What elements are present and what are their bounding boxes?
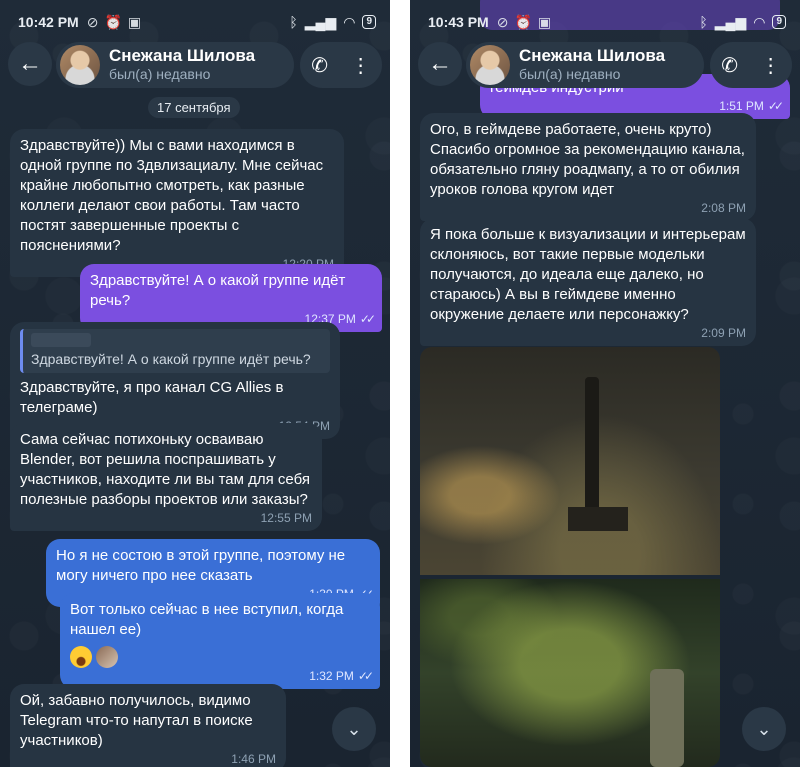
obelisk-shape bbox=[585, 377, 599, 517]
contact-name: Снежана Шилова bbox=[519, 46, 666, 65]
app-icon: ▣ bbox=[537, 13, 552, 30]
reply-quote[interactable]: Здравствуйте! А о какой группе идёт речь… bbox=[20, 329, 330, 373]
chat-header: ← Снежана Шилова был(а) недавно ✆ ⋮ bbox=[8, 42, 382, 88]
message-time: 1:32 PM bbox=[309, 669, 354, 683]
alarm-icon: ⏰ bbox=[514, 13, 532, 30]
scroll-down-button[interactable]: ⌄ bbox=[332, 707, 376, 751]
left-chat-screen: 10:42 PM ⊘ ⏰ ▣ ᛒ ▂▄▆ ◠ 9 ← Снежана Шилов… bbox=[0, 0, 390, 767]
reactions[interactable] bbox=[70, 646, 370, 668]
bluetooth-icon: ᛒ bbox=[699, 14, 708, 30]
status-time: 10:42 PM bbox=[18, 14, 79, 30]
reply-text: Здравствуйте! А о какой группе идёт речь… bbox=[31, 351, 311, 367]
more-vertical-icon[interactable]: ⋮ bbox=[761, 53, 781, 78]
alarm-icon: ⏰ bbox=[104, 13, 122, 30]
message-text: Вот только сейчас в нее вступил, когда н… bbox=[70, 601, 344, 638]
message-incoming[interactable]: Здравствуйте)) Мы с вами находимся в одн… bbox=[10, 129, 344, 277]
message-time: 2:09 PM bbox=[701, 326, 746, 340]
plinth-shape bbox=[568, 507, 628, 531]
mute-icon: ⊘ bbox=[86, 13, 99, 30]
message-time: 2:08 PM bbox=[701, 201, 746, 215]
status-notification-icons: ⊘ ⏰ ▣ bbox=[87, 14, 141, 31]
contact-status: был(а) недавно bbox=[519, 66, 621, 82]
message-text: Но я не состою в этой группе, поэтому не… bbox=[56, 547, 346, 584]
battery-icon: 9 bbox=[362, 15, 376, 29]
signal-icon: ▂▄▆ bbox=[304, 13, 337, 30]
contact-info[interactable]: Снежана Шилова был(а) недавно bbox=[466, 42, 704, 88]
message-text: Ой, забавно получилось, видимо Telegram … bbox=[20, 692, 253, 749]
message-text: Здравствуйте, я про канал CG Allies в те… bbox=[20, 379, 284, 416]
back-button[interactable]: ← bbox=[8, 42, 52, 86]
message-incoming-reply[interactable]: Здравствуйте! А о какой группе идёт речь… bbox=[10, 322, 340, 439]
contact-info[interactable]: Снежана Шилова был(а) недавно bbox=[56, 42, 294, 88]
right-chat-screen: 10:43 PM ⊘ ⏰ ▣ ᛒ ▂▄▆ ◠ 9 геймдев индустр… bbox=[410, 0, 800, 767]
tree-trunk-shape bbox=[650, 669, 684, 767]
message-time: 1:46 PM bbox=[231, 752, 276, 766]
status-time: 10:43 PM bbox=[428, 14, 489, 30]
phone-icon[interactable]: ✆ bbox=[721, 53, 738, 78]
render-photo-tree[interactable] bbox=[420, 579, 720, 767]
status-system-icons: ᛒ ▂▄▆ ◠ 9 bbox=[699, 14, 786, 31]
status-bar: 10:43 PM ⊘ ⏰ ▣ ᛒ ▂▄▆ ◠ 9 bbox=[410, 0, 800, 44]
battery-icon: 9 bbox=[772, 15, 786, 29]
arrow-left-icon: ← bbox=[428, 50, 452, 77]
message-text: Здравствуйте! А о какой группе идёт речь… bbox=[90, 272, 346, 309]
date-separator: 17 сентября bbox=[148, 97, 240, 118]
message-time: 12:55 PM bbox=[260, 511, 312, 525]
avatar[interactable] bbox=[470, 45, 510, 85]
message-text: Сама сейчас потихоньку осваиваю Blender,… bbox=[20, 431, 310, 508]
double-check-icon: ✓✓ bbox=[359, 312, 376, 326]
mute-icon: ⊘ bbox=[496, 13, 509, 30]
grinning-emoji-icon[interactable] bbox=[70, 646, 92, 668]
message-outgoing[interactable]: Вот только сейчас в нее вступил, когда н… bbox=[60, 593, 380, 689]
phone-icon[interactable]: ✆ bbox=[311, 53, 328, 78]
status-notification-icons: ⊘ ⏰ ▣ bbox=[497, 14, 551, 31]
photo-album-message[interactable] bbox=[420, 347, 720, 767]
render-photo-obelisk[interactable] bbox=[420, 347, 720, 575]
signal-icon: ▂▄▆ bbox=[714, 13, 747, 30]
status-bar: 10:42 PM ⊘ ⏰ ▣ ᛒ ▂▄▆ ◠ 9 bbox=[0, 0, 390, 44]
message-text: Ого, в геймдеве работаете, очень круто) … bbox=[430, 121, 745, 198]
message-incoming[interactable]: Ой, забавно получилось, видимо Telegram … bbox=[10, 684, 286, 767]
chat-header: ← Снежана Шилова был(а) недавно ✆ ⋮ bbox=[418, 42, 792, 88]
double-check-icon: ✓✓ bbox=[357, 669, 374, 683]
avatar[interactable] bbox=[60, 45, 100, 85]
scroll-down-button[interactable]: ⌄ bbox=[742, 707, 786, 751]
header-actions: ✆ ⋮ bbox=[710, 42, 792, 88]
message-incoming[interactable]: Я пока больше к визуализации и интерьера… bbox=[420, 218, 756, 346]
wifi-icon: ◠ bbox=[343, 13, 356, 30]
more-vertical-icon[interactable]: ⋮ bbox=[351, 53, 371, 78]
contact-status: был(а) недавно bbox=[109, 66, 211, 82]
contact-name: Снежана Шилова bbox=[109, 46, 256, 65]
message-meta: 1:51 PM ✓✓ bbox=[490, 99, 784, 113]
arrow-left-icon: ← bbox=[18, 50, 42, 77]
message-text: Я пока больше к визуализации и интерьера… bbox=[430, 226, 746, 323]
reactor-avatar bbox=[96, 646, 118, 668]
back-button[interactable]: ← bbox=[418, 42, 462, 86]
message-time: 1:51 PM bbox=[719, 99, 764, 113]
wifi-icon: ◠ bbox=[753, 13, 766, 30]
header-actions: ✆ ⋮ bbox=[300, 42, 382, 88]
message-incoming[interactable]: Сама сейчас потихоньку осваиваю Blender,… bbox=[10, 423, 322, 531]
chevron-down-icon: ⌄ bbox=[756, 718, 772, 739]
message-meta: 1:32 PM ✓✓ bbox=[70, 669, 374, 683]
reply-author-redacted bbox=[31, 333, 91, 347]
message-text: Здравствуйте)) Мы с вами находимся в одн… bbox=[20, 137, 324, 254]
bluetooth-icon: ᛒ bbox=[289, 14, 298, 30]
chevron-down-icon: ⌄ bbox=[346, 718, 362, 739]
double-check-icon: ✓✓ bbox=[767, 99, 784, 113]
status-system-icons: ᛒ ▂▄▆ ◠ 9 bbox=[289, 14, 376, 31]
message-incoming[interactable]: Ого, в геймдеве работаете, очень круто) … bbox=[420, 113, 756, 221]
app-icon: ▣ bbox=[127, 13, 142, 30]
